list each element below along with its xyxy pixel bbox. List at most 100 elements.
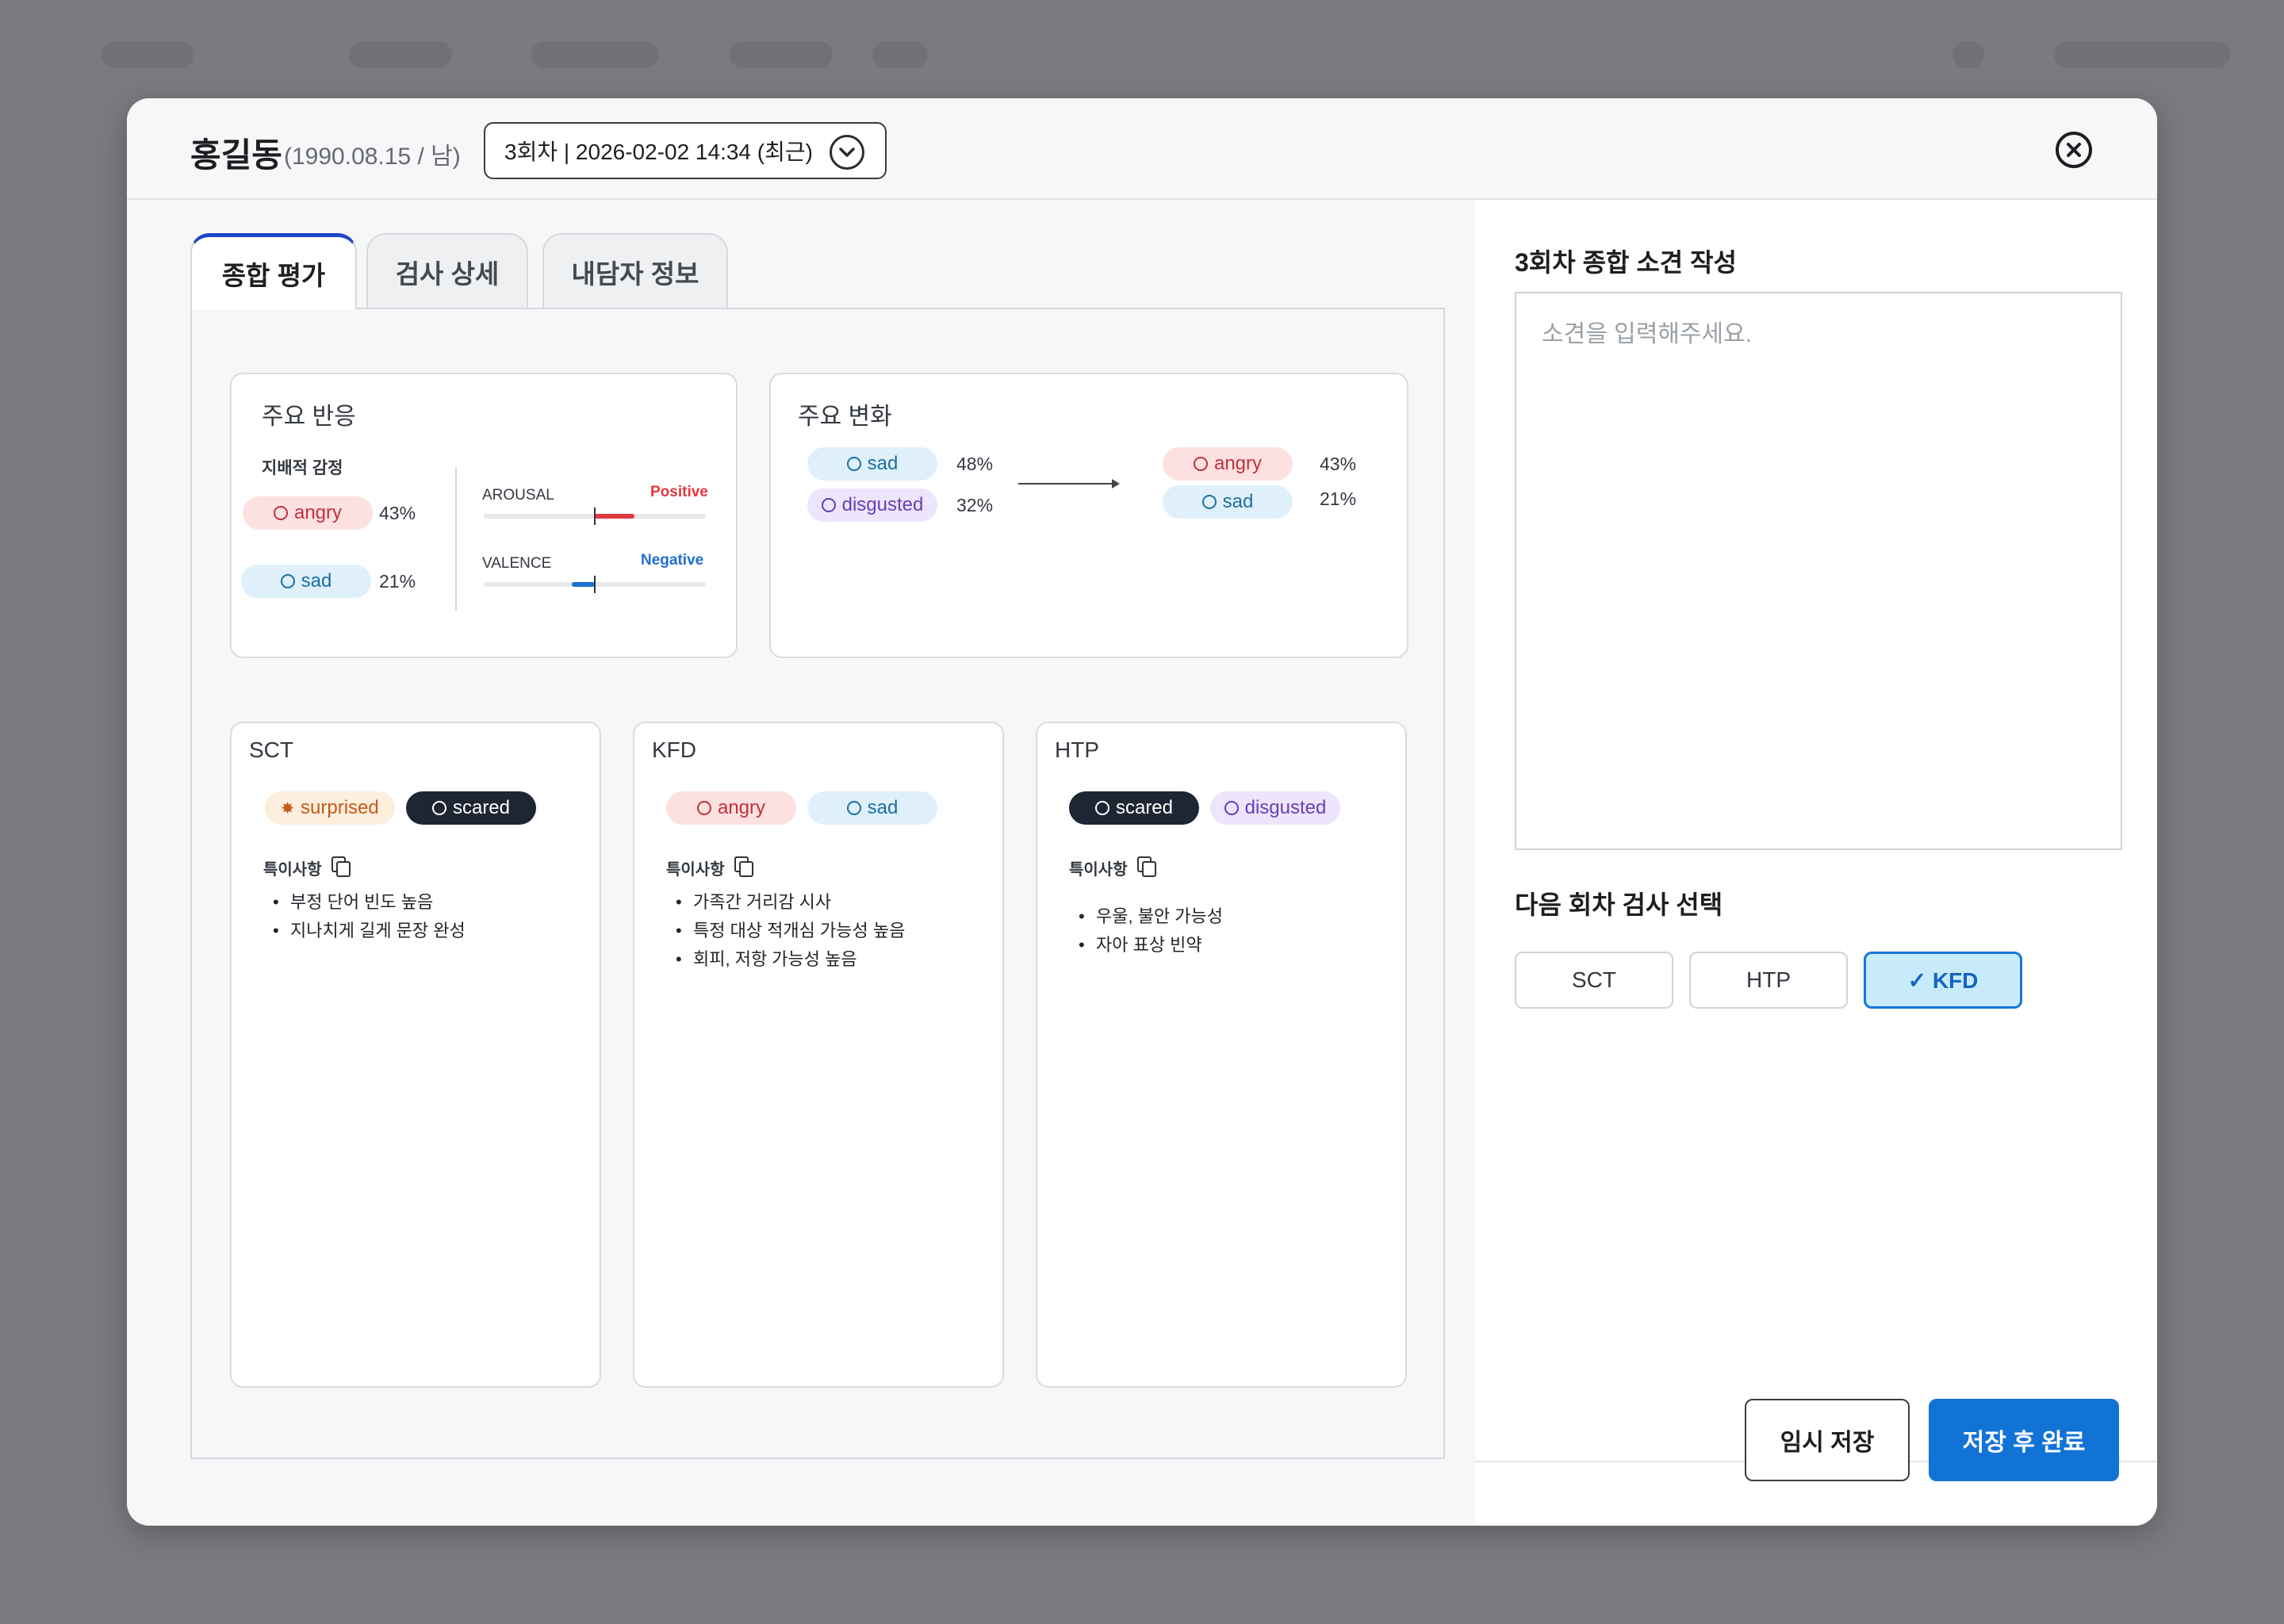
main-response-card: 주요 반응 지배적 감정 angry 43% sad 21% AROUSAL P… xyxy=(230,373,738,658)
background-user-menu xyxy=(2054,41,2230,68)
tab-summary[interactable]: 종합 평가 xyxy=(190,233,357,309)
background-nav-item xyxy=(531,41,658,68)
background-nav-item xyxy=(349,41,452,68)
angry-face-icon xyxy=(1193,457,1208,471)
arousal-label: AROUSAL xyxy=(482,487,554,504)
sad-face-icon xyxy=(1201,495,1217,509)
dominant-emotion-label: 지배적 감정 xyxy=(262,459,343,477)
shield-face-icon xyxy=(431,801,446,815)
test-card-sct: SCT ✸ surprised scared 특이사항 부정 단어 빈도 높음 … xyxy=(230,722,601,1388)
notes-list: 부정 단어 빈도 높음 지나치게 길게 문장 완성 xyxy=(273,888,466,945)
main-change-title: 주요 변화 xyxy=(798,404,892,430)
note-item: 특정 대상 적개심 가능성 높음 xyxy=(676,917,905,945)
after-percent: 43% xyxy=(1320,454,1357,474)
tag-pill-label: scared xyxy=(452,797,511,818)
sad-face-icon xyxy=(846,457,861,471)
emotion-pill-label: angry xyxy=(1213,453,1263,474)
before-pill-disgusted: disgusted xyxy=(807,488,937,522)
test-name: SCT xyxy=(249,737,293,762)
note-item: 우울, 불안 가능성 xyxy=(1079,902,1223,931)
next-test-htp-button[interactable]: HTP xyxy=(1689,952,1848,1009)
emotion-pill-label: sad xyxy=(301,570,332,592)
session-select-value: 3회차 | 2026-02-02 14:34 (최근) xyxy=(504,140,813,164)
prohibit-icon xyxy=(1224,801,1239,815)
tag-pill-surprised: ✸ surprised xyxy=(265,791,395,825)
modal-header: 홍길동 (1990.08.15 / 남) 3회차 | 2026-02-02 14… xyxy=(127,98,2157,200)
arousal-center-tick xyxy=(594,508,596,525)
background-nav-item xyxy=(872,41,928,68)
opinion-title: 3회차 종합 소견 작성 xyxy=(1515,248,1737,277)
notes-label: 특이사항 xyxy=(263,861,322,879)
main-change-card: 주요 변화 sad 48% disgusted 32% angry 43% sa… xyxy=(769,373,1408,658)
after-pill-angry: angry xyxy=(1163,447,1293,481)
next-test-title: 다음 회차 검사 선택 xyxy=(1515,891,1723,919)
valence-fill xyxy=(571,582,595,587)
sad-face-icon xyxy=(846,801,861,815)
chevron-down-icon xyxy=(830,135,864,170)
close-icon[interactable] xyxy=(2056,132,2092,168)
assessment-modal: 홍길동 (1990.08.15 / 남) 3회차 | 2026-02-02 14… xyxy=(127,98,2157,1526)
tag-pill-label: sad xyxy=(867,797,899,818)
session-select[interactable]: 3회차 | 2026-02-02 14:34 (최근) xyxy=(484,122,887,179)
notes-list: 가족간 거리감 시사 특정 대상 적개심 가능성 높음 회피, 저항 가능성 높… xyxy=(676,888,905,974)
background-app-bar xyxy=(0,0,2284,103)
tab-test-detail[interactable]: 검사 상세 xyxy=(366,233,528,309)
copy-icon[interactable] xyxy=(1137,856,1156,877)
valence-center-tick xyxy=(594,576,596,593)
background-avatar xyxy=(1953,41,1984,68)
emotion-pill-sad: sad xyxy=(241,565,371,598)
opinion-textarea[interactable] xyxy=(1515,292,2122,850)
patient-name: 홍길동 xyxy=(190,136,282,174)
next-test-kfd-button[interactable]: ✓ KFD xyxy=(1864,952,2022,1009)
tag-pill-label: disgusted xyxy=(1244,797,1327,818)
emotion-pill-angry: angry xyxy=(243,496,373,530)
emotion-percent: 43% xyxy=(379,503,416,523)
emotion-pill-label: angry xyxy=(293,502,343,523)
note-item: 가족간 거리감 시사 xyxy=(676,888,905,917)
after-percent: 21% xyxy=(1320,488,1357,509)
right-panel: 3회차 종합 소견 작성 다음 회차 검사 선택 SCT HTP ✓ KFD xyxy=(1475,200,2157,1526)
tag-pill-label: scared xyxy=(1115,797,1174,818)
before-percent: 48% xyxy=(956,454,994,474)
emotion-pill-label: sad xyxy=(867,453,899,474)
test-name: KFD xyxy=(652,737,696,762)
vertical-divider xyxy=(455,468,457,611)
prohibit-icon xyxy=(821,498,836,512)
tag-pill-angry: angry xyxy=(666,791,796,825)
note-item: 지나치게 길게 문장 완성 xyxy=(273,917,466,945)
after-pill-sad: sad xyxy=(1163,485,1293,519)
test-card-htp: HTP scared disgusted 특이사항 우울, 불안 가능성 자아 … xyxy=(1036,722,1407,1388)
before-pill-sad: sad xyxy=(807,447,937,481)
arousal-fill xyxy=(595,514,635,519)
tab-panel-summary: 주요 반응 지배적 감정 angry 43% sad 21% AROUSAL P… xyxy=(190,308,1445,1459)
tag-pill-scared: scared xyxy=(406,791,536,825)
copy-icon[interactable] xyxy=(331,856,351,877)
background-logo xyxy=(102,41,194,68)
test-name: HTP xyxy=(1055,737,1099,762)
arrow-right-icon xyxy=(1018,479,1120,488)
arousal-tag: Positive xyxy=(650,484,708,500)
patient-meta: (1990.08.15 / 남) xyxy=(284,144,461,170)
angry-face-icon xyxy=(273,506,288,520)
background-nav-item xyxy=(730,41,833,68)
emotion-pill-label: sad xyxy=(1222,491,1254,512)
tag-pill-disgusted: disgusted xyxy=(1210,791,1340,825)
copy-icon[interactable] xyxy=(734,856,753,877)
note-item: 회피, 저항 가능성 높음 xyxy=(676,945,905,974)
tag-pill-label: angry xyxy=(717,797,766,818)
note-item: 부정 단어 빈도 높음 xyxy=(273,888,466,917)
angry-face-icon xyxy=(696,801,711,815)
notes-label: 특이사항 xyxy=(1069,861,1128,879)
note-item: 자아 표상 빈약 xyxy=(1079,931,1223,959)
emotion-percent: 21% xyxy=(379,571,416,592)
test-card-kfd: KFD angry sad 특이사항 가족간 거리감 시사 특정 대상 적개심 … xyxy=(633,722,1004,1388)
tab-client-info[interactable]: 내담자 정보 xyxy=(542,233,728,309)
save-complete-button[interactable]: 저장 후 완료 xyxy=(1929,1399,2119,1481)
before-percent: 32% xyxy=(956,495,994,515)
emotion-pill-label: disgusted xyxy=(841,494,924,515)
next-test-sct-button[interactable]: SCT xyxy=(1515,952,1673,1009)
sad-face-icon xyxy=(280,574,295,588)
temp-save-button[interactable]: 임시 저장 xyxy=(1745,1399,1910,1481)
main-response-title: 주요 반응 xyxy=(262,404,356,430)
burst-icon: ✸ xyxy=(281,799,295,818)
